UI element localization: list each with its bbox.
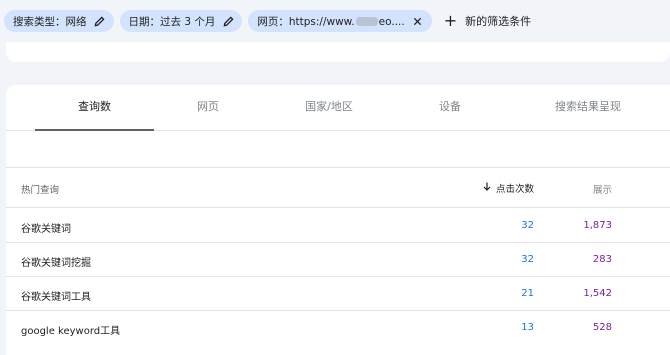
tab-countries[interactable]: 国家/地区 xyxy=(292,85,366,131)
pencil-icon[interactable] xyxy=(94,15,106,27)
impressions-cell: 1,873 xyxy=(583,220,612,231)
clicks-cell: 21 xyxy=(521,288,534,299)
table-row[interactable]: 谷歌关键词工具 21 1,542 xyxy=(6,277,670,311)
clicks-cell: 32 xyxy=(521,254,534,265)
filter-chip-label: 日期：过去 3 个月 xyxy=(128,15,216,28)
close-icon[interactable] xyxy=(412,15,424,27)
impressions-cell: 1,542 xyxy=(583,288,612,299)
tab-devices[interactable]: 设备 xyxy=(420,85,480,131)
header-clicks-label: 点击次数 xyxy=(495,184,534,195)
dimension-tabs: 查询数 网页 国家/地区 设备 搜索结果呈现 xyxy=(6,85,670,131)
plus-icon: + xyxy=(443,11,458,30)
filter-chip-label: 搜索类型：网络 xyxy=(13,15,87,28)
table-row[interactable]: 谷歌关键词 32 1,873 xyxy=(6,209,670,243)
table-row[interactable]: google keyword工具 13 528 xyxy=(6,311,670,345)
tab-queries[interactable]: 查询数 xyxy=(35,85,154,131)
table-header: 热门查询 点击次数 展示 xyxy=(6,168,670,208)
clicks-cell: 32 xyxy=(521,220,534,231)
filter-chip-page[interactable]: 网页：https://www. eo.... xyxy=(248,10,432,32)
clicks-cell: 13 xyxy=(521,322,534,333)
header-impressions[interactable]: 展示 xyxy=(593,182,612,196)
add-filter-button[interactable]: + 新的筛选条件 xyxy=(444,13,531,29)
pencil-icon[interactable] xyxy=(222,15,234,27)
performance-table-card: 查询数 网页 国家/地区 设备 搜索结果呈现 热门查询 点击次数 展示 谷歌关键… xyxy=(6,85,670,355)
query-cell: 谷歌关键词 xyxy=(21,224,71,235)
add-filter-label: 新的筛选条件 xyxy=(465,15,532,28)
query-cell: google keyword工具 xyxy=(21,326,121,337)
filter-chip-search-type[interactable]: 搜索类型：网络 xyxy=(4,10,114,32)
filter-bar: 搜索类型：网络 日期：过去 3 个月 网页：https://www. eo....… xyxy=(0,0,670,42)
query-cell: 谷歌关键词工具 xyxy=(21,292,91,303)
tab-pages[interactable]: 网页 xyxy=(178,85,238,131)
impressions-cell: 283 xyxy=(592,254,612,265)
redacted-text xyxy=(355,17,378,26)
impressions-cell: 528 xyxy=(592,322,612,333)
header-query[interactable]: 热门查询 xyxy=(21,182,59,196)
tab-search-appearance[interactable]: 搜索结果呈现 xyxy=(536,85,640,131)
header-clicks[interactable]: 点击次数 xyxy=(483,181,534,195)
query-cell: 谷歌关键词挖掘 xyxy=(21,258,91,269)
chart-card-bottom xyxy=(6,42,670,62)
arrow-down-icon xyxy=(483,182,491,194)
filter-chip-label: 网页：https://www. eo.... xyxy=(257,15,405,28)
table-row[interactable]: 谷歌关键词挖掘 32 283 xyxy=(6,243,670,277)
filter-chip-date[interactable]: 日期：过去 3 个月 xyxy=(119,10,243,32)
